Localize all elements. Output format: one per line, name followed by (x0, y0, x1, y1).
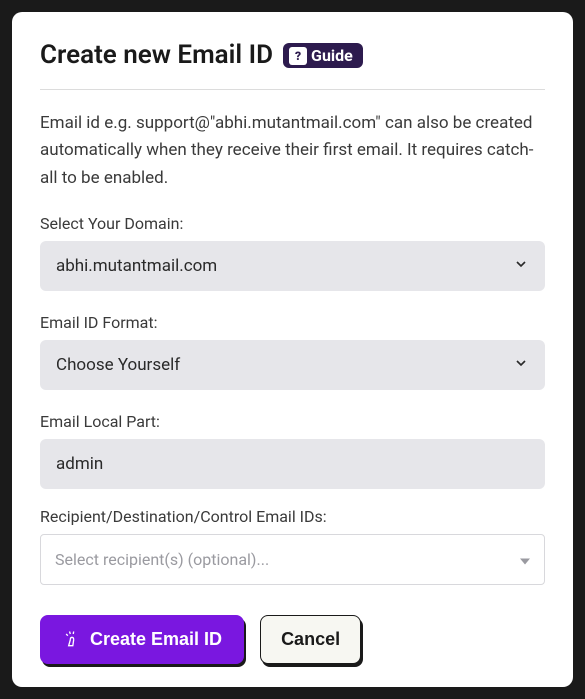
help-icon: ? (289, 47, 307, 65)
guide-button[interactable]: ? Guide (283, 43, 363, 68)
format-select-wrap: Choose Yourself (40, 340, 545, 390)
snap-fingers-icon (62, 629, 82, 649)
cancel-button[interactable]: Cancel (260, 615, 361, 664)
divider (40, 89, 545, 90)
format-label: Email ID Format: (40, 313, 545, 332)
create-email-modal: Create new Email ID ? Guide Email id e.g… (12, 12, 573, 687)
local-part-label: Email Local Part: (40, 412, 545, 431)
guide-label: Guide (311, 46, 353, 65)
domain-select-wrap: abhi.mutantmail.com (40, 241, 545, 291)
cancel-button-label: Cancel (281, 629, 340, 650)
modal-header: Create new Email ID ? Guide (40, 40, 545, 71)
domain-select[interactable]: abhi.mutantmail.com (40, 241, 545, 291)
domain-label: Select Your Domain: (40, 214, 545, 233)
format-select[interactable]: Choose Yourself (40, 340, 545, 390)
recipients-select[interactable]: Select recipient(s) (optional)... (40, 534, 545, 585)
recipients-label: Recipient/Destination/Control Email IDs: (40, 507, 545, 526)
local-part-input[interactable] (40, 439, 545, 489)
caret-down-icon (520, 550, 530, 569)
modal-title: Create new Email ID (40, 40, 273, 71)
recipients-placeholder: Select recipient(s) (optional)... (55, 550, 269, 569)
create-email-button[interactable]: Create Email ID (40, 615, 244, 664)
description-text: Email id e.g. support@"abhi.mutantmail.c… (40, 110, 545, 192)
create-button-label: Create Email ID (90, 629, 222, 650)
button-row: Create Email ID Cancel (40, 615, 545, 664)
